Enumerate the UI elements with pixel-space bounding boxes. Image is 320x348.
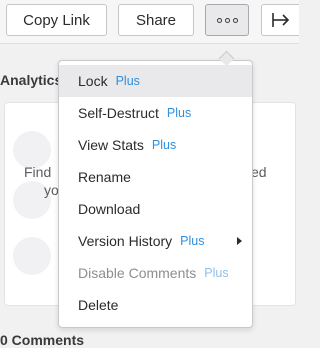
menu-item-label: Download xyxy=(78,201,141,217)
submenu-arrow-icon xyxy=(237,237,242,245)
menu-item-rename[interactable]: Rename xyxy=(59,161,252,193)
menu-item-label: Lock xyxy=(78,73,108,89)
menu-item-label: Version History xyxy=(78,233,173,249)
plus-badge: Plus xyxy=(180,234,205,248)
plus-badge: Plus xyxy=(204,266,229,280)
analytics-empty-text: Find xyxy=(24,164,52,180)
more-options-button[interactable] xyxy=(205,4,249,36)
menu-item-disable-comments[interactable]: Disable Comments Plus xyxy=(59,257,252,289)
menu-item-label: Delete xyxy=(78,297,119,313)
menu-item-self-destruct[interactable]: Self-Destruct Plus xyxy=(59,97,252,129)
plus-badge: Plus xyxy=(115,74,140,88)
analytics-empty-text-right: ed xyxy=(251,164,267,180)
menu-item-label: Rename xyxy=(78,169,131,185)
menu-item-version-history[interactable]: Version History Plus xyxy=(59,225,252,257)
more-horizontal-icon xyxy=(216,17,238,23)
analytics-heading: Analytics xyxy=(0,72,63,88)
exit-button[interactable] xyxy=(261,4,299,36)
top-toolbar: Copy Link Share xyxy=(0,0,299,44)
plus-badge: Plus xyxy=(166,106,192,120)
placeholder-circle xyxy=(13,237,51,275)
menu-item-label: Self-Destruct xyxy=(78,105,159,121)
menu-item-delete[interactable]: Delete xyxy=(59,289,252,321)
analytics-empty-text-line2: yo xyxy=(44,182,59,198)
menu-item-label: View Stats xyxy=(78,137,144,153)
comments-heading: 0 Comments xyxy=(0,332,85,348)
share-button[interactable]: Share xyxy=(118,4,194,36)
menu-item-label: Disable Comments xyxy=(78,265,197,281)
more-options-menu: Lock Plus Self-Destruct Plus View Stats … xyxy=(58,60,253,328)
menu-item-lock[interactable]: Lock Plus xyxy=(59,65,252,97)
plus-badge: Plus xyxy=(151,138,177,152)
copy-link-button[interactable]: Copy Link xyxy=(6,4,107,36)
menu-item-download[interactable]: Download xyxy=(59,193,252,225)
menu-item-view-stats[interactable]: View Stats Plus xyxy=(59,129,252,161)
exit-icon xyxy=(271,13,289,27)
